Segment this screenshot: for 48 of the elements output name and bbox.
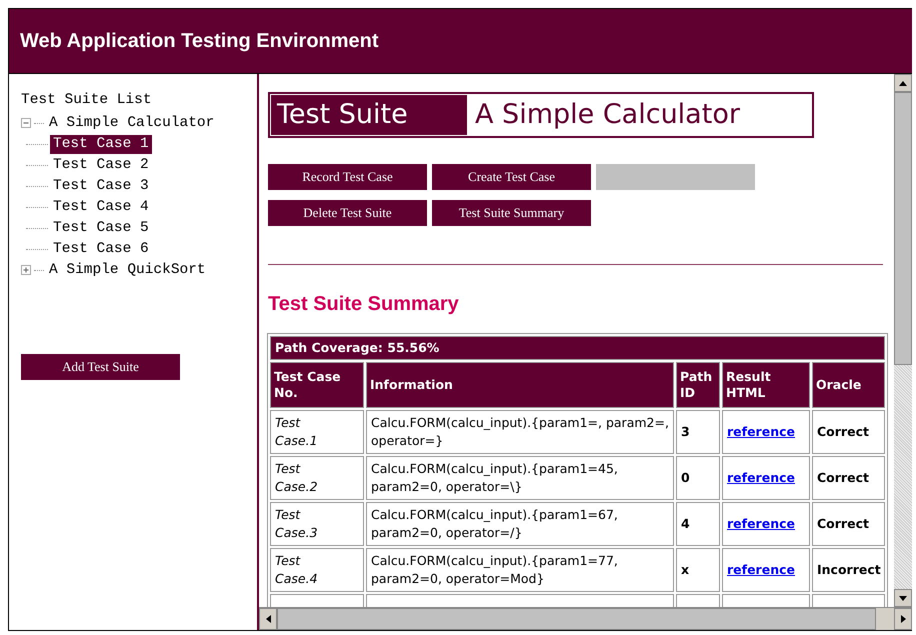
column-header: Oracle [812,362,885,408]
tree-node[interactable]: A Simple QuickSort [46,261,209,280]
action-button[interactable]: Record Test Case [268,164,427,190]
column-header: Test Case No. [270,362,364,408]
table-cell: Test Case.1 [270,410,364,454]
add-suite-button[interactable]: Add Test Suite [21,354,180,380]
table-cell: Calcu.FORM(calcu_input).{param1=67, param2=0, operator=/} [366,502,674,546]
up-arrow-icon[interactable] [899,80,907,86]
column-header: Path ID [676,362,720,408]
table-cell: 0 [676,456,720,500]
action-button[interactable]: Test Suite Summary [432,200,591,226]
tree-node[interactable]: A Simple Calculator [46,114,218,133]
action-button[interactable]: Delete Test Suite [268,200,427,226]
table-cell: Calcu.FORM(calcu_input).{param1=, param2=, operator=} [366,410,674,454]
column-header: Result HTML [722,362,810,408]
table-cell: x [676,548,720,592]
horizontal-scrollbar[interactable] [259,607,912,630]
tree-item[interactable]: Test Case 1 [50,135,152,154]
action-button[interactable]: Create Test Case [432,164,591,190]
tree-item[interactable]: Test Case 3 [50,177,152,196]
table-cell: 3 [676,410,720,454]
table-cell: Calcu.FORM(calcu_input).{param1=77, param2=0, operator=Mod} [366,548,674,592]
window-title: Web Application Testing Environment [20,30,379,52]
table-cell: Test Case.3 [270,502,364,546]
tree-item[interactable]: Test Case 6 [50,240,152,259]
tree-item[interactable]: Test Case 4 [50,198,152,217]
right-arrow-icon[interactable] [900,615,906,623]
table-cell: Incorrect [812,548,885,592]
table-cell: Calcu.FORM(calcu_input).{param1=45, param2=0, operator=\} [366,456,674,500]
suite-name: A Simple Calculator [474,98,740,132]
table-cell: Correct [812,502,885,546]
coverage-cell: Path Coverage: 55.56% [270,336,885,360]
table-cell: Correct [812,410,885,454]
expander-icon[interactable] [21,265,32,276]
down-arrow-icon[interactable] [899,596,907,600]
tree-heading: Test Suite List [21,92,153,110]
table-cell: Test Case.4 [270,548,364,592]
table-cell: Correct [812,456,885,500]
left-arrow-icon[interactable] [266,615,270,623]
vertical-scrollbar[interactable] [894,74,912,607]
suite-label: Test Suite [270,94,468,136]
tree-item[interactable]: Test Case 2 [50,156,152,175]
table-cell: 4 [676,502,720,546]
expander-icon[interactable] [21,118,32,129]
section-heading: Test Suite Summary [268,293,460,317]
column-header: Information [366,362,674,408]
tree-item[interactable]: Test Case 5 [50,219,152,238]
table-cell: Test Case.2 [270,456,364,500]
